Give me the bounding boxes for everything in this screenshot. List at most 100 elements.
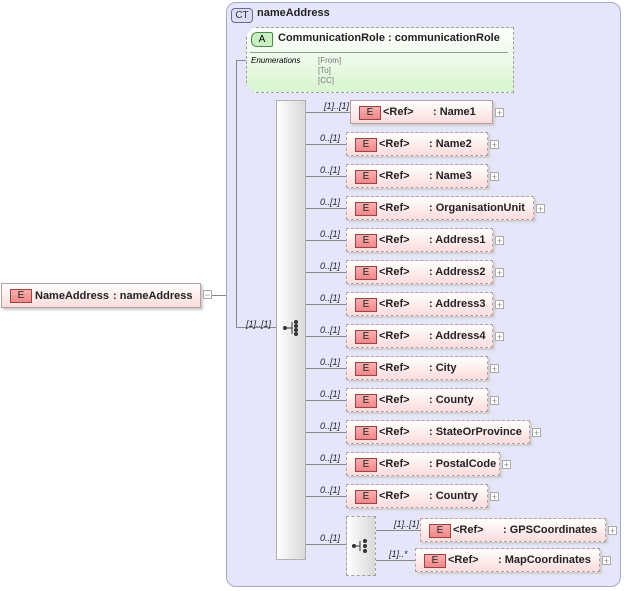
ref-label: <Ref> [379,170,410,182]
ref-label: <Ref> [448,554,479,566]
occurrence-label: 0..[1] [320,197,341,207]
occurrence-label: 0..[1] [320,325,341,335]
element-box[interactable]: E <Ref> : City [346,356,488,380]
element-badge: E [359,106,381,120]
expand-button[interactable]: + [495,300,504,310]
complex-type-name: nameAddress [257,7,330,19]
occurrence-label: 0..[1] [320,485,341,495]
occurrence-label: 0..[1] [320,389,341,399]
element-name: : OrganisationUnit [429,202,525,214]
occurrence-label: 0..[1] [320,453,341,463]
ref-label: <Ref> [379,138,410,150]
ref-label: <Ref> [379,234,410,246]
expand-button[interactable]: + [532,428,541,438]
expand-button[interactable]: + [502,460,511,470]
element-badge: E [355,138,377,152]
element-name: : StateOrProvince [429,426,522,438]
element-name: : Address4 [429,330,486,342]
expand-button[interactable]: + [490,364,499,374]
enumerations-label: Enumerations [251,56,301,65]
occurrence-label: 0..[1] [320,357,341,367]
element-badge: E [355,362,377,376]
expand-button[interactable]: + [490,492,499,502]
element-box[interactable]: E <Ref> : Name1 [350,100,493,124]
occurrence-label: 0..[1] [320,133,341,143]
ref-label: <Ref> [379,490,410,502]
expand-button[interactable]: + [490,396,499,406]
ref-label: <Ref> [379,266,410,278]
expand-button[interactable]: + [602,556,611,566]
ref-label: <Ref> [379,426,410,438]
element-box[interactable]: E <Ref> : GPSCoordinates [420,518,606,542]
ref-label: <Ref> [379,202,410,214]
expand-button[interactable]: + [608,526,617,536]
root-name: NameAddress [35,290,109,302]
expand-button[interactable]: + [536,204,545,214]
element-name: : MapCoordinates [498,554,591,566]
expand-button[interactable]: + [495,108,504,118]
sequence-icon [283,320,298,336]
element-box[interactable]: E <Ref> : Address3 [346,292,493,316]
element-badge: E [355,330,377,344]
element-box[interactable]: E <Ref> : Country [346,484,488,508]
element-box[interactable]: E <Ref> : Name2 [346,132,488,156]
element-box[interactable]: E <Ref> : StateOrProvince [346,420,530,444]
ref-label: <Ref> [383,106,414,118]
element-badge: E [429,524,451,538]
element-badge: E [355,266,377,280]
element-badge: E [355,394,377,408]
ref-label: <Ref> [379,330,410,342]
expand-button[interactable]: + [490,140,499,150]
element-badge: E [355,170,377,184]
element-name: : Name1 [433,106,476,118]
element-name: : Address1 [429,234,486,246]
ref-label: <Ref> [379,362,410,374]
expand-button[interactable]: + [495,236,504,246]
element-box[interactable]: E <Ref> : Address1 [346,228,493,252]
element-box[interactable]: E <Ref> : OrganisationUnit [346,196,534,220]
element-badge: E [424,554,446,568]
ref-label: <Ref> [379,298,410,310]
element-badge: E [355,426,377,440]
attribute-name: CommunicationRole : communicationRole [278,32,500,44]
ref-label: <Ref> [453,524,484,536]
element-badge: E [355,202,377,216]
choice-icon [352,539,367,553]
element-box[interactable]: E <Ref> : County [346,388,488,412]
occurrence-label: 0..[1] [320,165,341,175]
collapse-button[interactable]: − [203,290,212,300]
ref-label: <Ref> [379,394,410,406]
sequence-occurrence: [1]..[1] [246,319,272,329]
occurrence-label: 0..[1] [320,533,341,543]
element-box[interactable]: E <Ref> : MapCoordinates [415,548,600,572]
element-box[interactable]: E <Ref> : Address4 [346,324,493,348]
element-name: : GPSCoordinates [503,524,598,536]
element-box[interactable]: E <Ref> : Name3 [346,164,488,188]
occurrence-label: [1]..[1] [394,519,420,529]
element-name: : Address2 [429,266,486,278]
expand-button[interactable]: + [495,332,504,342]
element-badge: E [10,289,32,303]
enumeration-list: [From] [To] [CC] [318,56,342,85]
expand-button[interactable]: + [495,268,504,278]
root-type: : nameAddress [113,290,193,302]
root-element[interactable]: E NameAddress : nameAddress [1,283,201,308]
attribute-badge: A [251,32,273,47]
element-box[interactable]: E <Ref> : PostalCode [346,452,500,476]
element-name: : Name3 [429,170,472,182]
element-badge: E [355,458,377,472]
occurrence-label: 0..[1] [320,261,341,271]
occurrence-label: [1]..[1] [324,101,350,111]
occurrence-label: 0..[1] [320,421,341,431]
element-name: : Country [429,490,478,502]
expand-button[interactable]: + [490,172,499,182]
element-badge: E [355,298,377,312]
element-box[interactable]: E <Ref> : Address2 [346,260,493,284]
complex-type-badge: CT [231,8,253,23]
element-badge: E [355,490,377,504]
element-badge: E [355,234,377,248]
occurrence-label: 0..[1] [320,229,341,239]
element-name: : Address3 [429,298,486,310]
element-name: : County [429,394,474,406]
element-name: : City [429,362,457,374]
